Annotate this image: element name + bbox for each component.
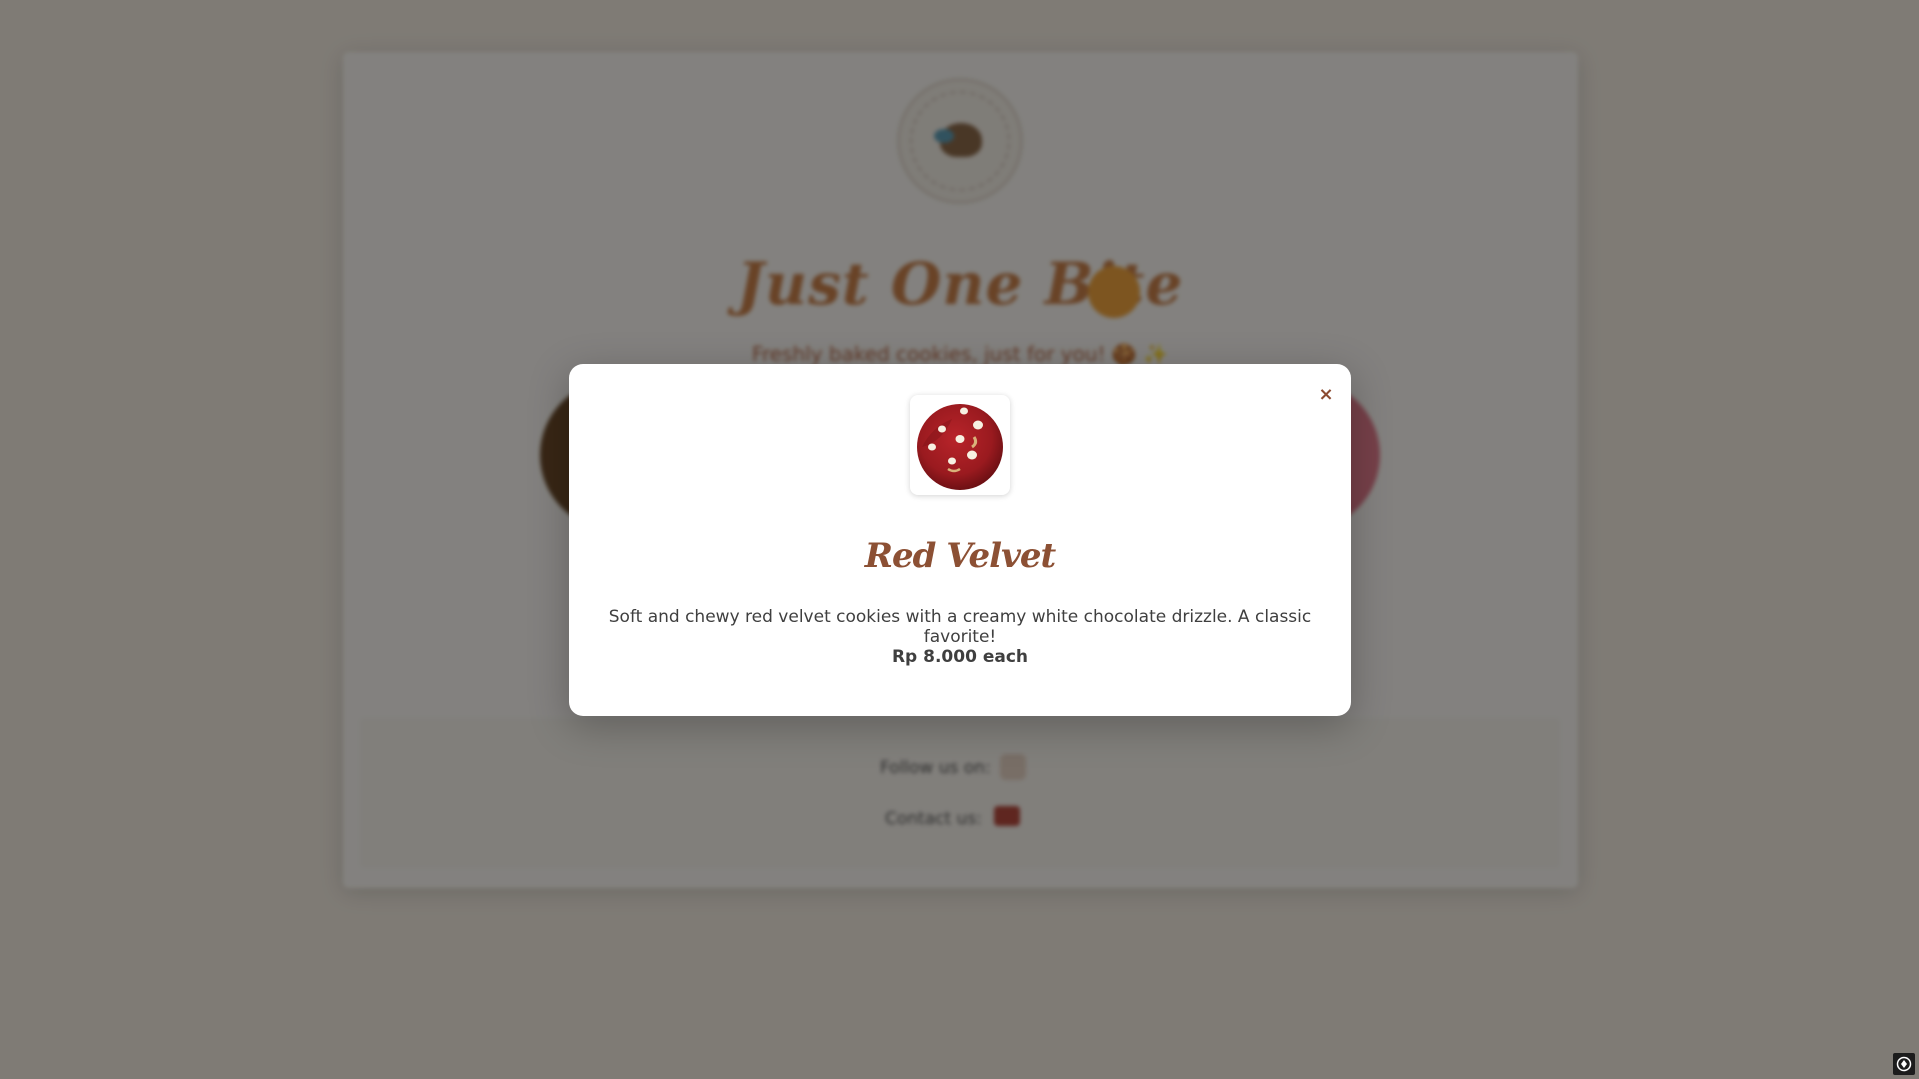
product-image [910,395,1010,495]
accessibility-widget-icon[interactable] [1893,1053,1915,1075]
red-velvet-cookie-icon [917,404,1003,490]
product-description: Soft and chewy red velvet cookies with a… [608,607,1312,647]
close-button[interactable]: × [1309,378,1343,412]
product-modal: × Red Velvet Soft and chewy red velvet c… [569,364,1351,716]
product-name: Red Velvet [864,536,1056,576]
widget-glyph-icon [1896,1056,1912,1072]
product-price: Rp 8.000 each [891,647,1029,667]
